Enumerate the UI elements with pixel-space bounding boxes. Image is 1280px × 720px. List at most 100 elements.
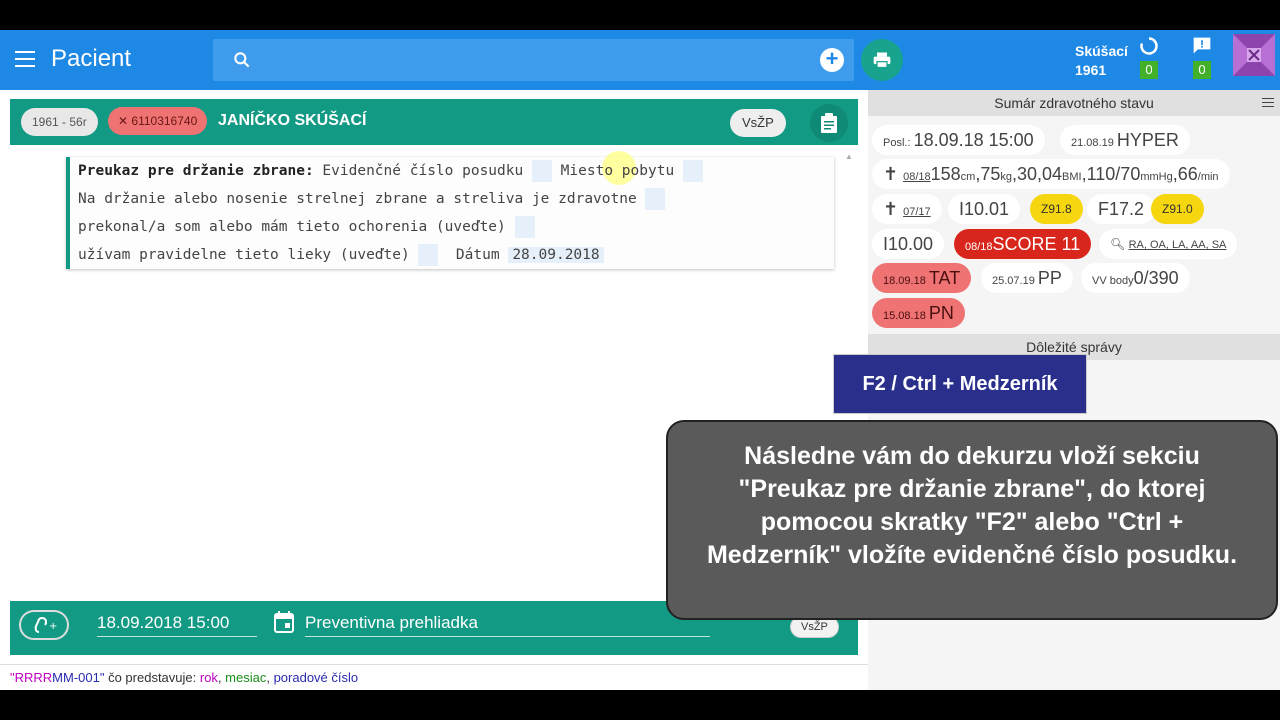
vitals-bp: ,110/70	[1081, 164, 1141, 184]
dx-pill-2[interactable]: Z91.8	[1030, 194, 1083, 224]
patient-age-chip: 1961 - 56r	[21, 108, 98, 136]
tutorial-tooltip: Následne vám do dekurzu vloží sekciu "Pr…	[666, 420, 1278, 620]
date-field[interactable]: 28.09.2018	[508, 247, 604, 263]
vitals-bp-unit: mmHg	[1140, 171, 1173, 183]
vv-label: VV body	[1092, 275, 1134, 287]
pp-label: PP	[1037, 268, 1062, 288]
search-icon	[234, 52, 250, 68]
dx-pill-4[interactable]: Z91.0	[1151, 194, 1204, 224]
score-pill[interactable]: 08/18SCORE 11	[954, 229, 1092, 259]
app-bar: Pacient + Skúšací 1961 0 0	[0, 30, 1280, 90]
patient-id-chip[interactable]: ✕ 6110316740	[108, 107, 208, 135]
last-visit-pill[interactable]: Posl.: 18.09.18 15:00	[872, 125, 1045, 155]
footer-rok: rok	[199, 670, 218, 685]
dx-pill-3[interactable]: F17.2	[1087, 194, 1156, 224]
last-visit-value: 18.09.18 15:00	[913, 130, 1034, 150]
tat-pill[interactable]: 18.09.18 TAT	[872, 263, 972, 293]
allergy-list: RA, OA, LA, AA, SA	[1128, 239, 1227, 251]
user-year: 1961	[1075, 62, 1107, 78]
dx-pill-5[interactable]: I10.00	[872, 229, 945, 259]
hearing-button[interactable]: +	[19, 610, 69, 640]
search-small-icon: 🔍︎	[1110, 237, 1129, 251]
footer-text: čo predstavuje:	[104, 670, 200, 685]
editor-line-4: užívam pravidelne tieto lieky (uveďte) D…	[78, 244, 604, 266]
patient-header: 1961 - 56r ✕ 6110316740 JANÍČKO SKÚŠACÍ …	[10, 99, 858, 145]
pp-pill[interactable]: 25.07.19 PP	[981, 263, 1073, 293]
score-value: SCORE 11	[992, 234, 1081, 254]
medications-field[interactable]	[418, 244, 439, 266]
allergy-pill[interactable]: 🔍︎ RA, OA, LA, AA, SA	[1099, 229, 1238, 259]
insurer-chip[interactable]: VsŽP	[730, 109, 786, 137]
footer-comma: ,	[266, 670, 274, 685]
clipboard-button[interactable]	[810, 104, 848, 142]
line3-text: prekonal/a som alebo mám tieto ochorenia…	[78, 219, 515, 235]
sync-icon[interactable]	[1139, 36, 1159, 56]
add-button[interactable]: +	[820, 48, 844, 72]
footer-year-part: "RRRR	[10, 670, 53, 685]
message-icon[interactable]	[1192, 36, 1212, 56]
shortcut-hint: F2 / Ctrl + Medzerník	[833, 354, 1087, 414]
print-icon	[873, 52, 891, 69]
dx-date: 07/17	[903, 206, 931, 218]
line4-text: užívam pravidelne tieto lieky (uveďte)	[78, 247, 419, 263]
scroll-up-icon[interactable]: ▲	[845, 152, 853, 161]
footer-note: "RRRRMM-001" čo predstavuje: rok, mesiac…	[0, 664, 868, 690]
vitals-height: 158	[930, 164, 961, 184]
print-button[interactable]	[861, 39, 903, 81]
vv-pill[interactable]: VV body0/390	[1081, 263, 1190, 293]
vitals-date: 08/18	[903, 171, 931, 183]
footer-mesiac: mesiac	[225, 670, 267, 685]
sync-count-badge: 0	[1140, 61, 1158, 79]
posudok-number-field[interactable]	[531, 160, 552, 182]
hyper-label: HYPER	[1116, 130, 1179, 150]
screen: Pacient + Skúšací 1961 0 0 1961 - 56r ✕ …	[0, 0, 1280, 720]
patient-name: JANÍČKO SKÚŠACÍ	[218, 112, 367, 129]
editor-line-1: Preukaz pre držanie zbrane: Evidenčné čí…	[78, 160, 703, 182]
vitals-bmi-unit: BMI	[1062, 171, 1082, 183]
summary-menu-icon[interactable]	[1262, 98, 1274, 107]
editor-line-2: Na držanie alebo nosenie strelnej zbrane…	[78, 188, 666, 210]
visit-date-field[interactable]: 18.09.2018 15:00	[97, 613, 257, 637]
visit-type-field[interactable]: Preventivna prehliadka	[305, 613, 710, 637]
pp-date: 25.07.19	[992, 275, 1038, 287]
dx-date-pill[interactable]: ✝ 07/17	[872, 194, 942, 224]
dx-pill-1[interactable]: I10.01	[948, 194, 1021, 224]
clipboard-icon	[821, 113, 837, 133]
vitals-weight: ,75	[975, 164, 1001, 184]
vitals-pill[interactable]: ✝ 08/18158cm,75kg,30,04BMI,110/70mmHg,66…	[872, 159, 1230, 189]
dagger-icon-2: ✝	[883, 199, 904, 219]
date-label: Dátum	[438, 247, 509, 263]
residence-field[interactable]	[682, 160, 703, 182]
hyper-date: 21.08.19	[1071, 137, 1117, 149]
hyper-pill[interactable]: 21.08.19 HYPER	[1060, 125, 1190, 155]
calendar-icon[interactable]	[274, 611, 294, 633]
pn-label: PN	[928, 303, 954, 323]
menu-icon[interactable]	[15, 51, 35, 67]
editor-line-3: prekonal/a som alebo mám tieto ochorenia…	[78, 216, 535, 238]
tat-label: TAT	[928, 268, 961, 288]
diseases-field[interactable]	[514, 216, 535, 238]
user-name: Skúšací	[1075, 43, 1128, 59]
dekurz-editor[interactable]: Preukaz pre držanie zbrane: Evidenčné čí…	[66, 151, 834, 269]
pn-pill[interactable]: 15.08.18 PN	[872, 298, 965, 328]
patient-id: 6110316740	[131, 114, 198, 128]
vitals-height-unit: cm	[960, 171, 976, 183]
message-count-badge: 0	[1193, 61, 1211, 79]
vv-value: 0/390	[1133, 268, 1179, 288]
dagger-icon: ✝	[883, 164, 904, 184]
svg-text:+: +	[49, 621, 57, 632]
search-input[interactable]: +	[213, 39, 854, 81]
summary-header: Sumár zdravotného stavu	[868, 90, 1280, 116]
vitals-weight-unit: kg	[1000, 171, 1012, 183]
ear-icon: +	[34, 616, 57, 633]
pn-date: 15.08.18	[883, 310, 929, 322]
section-label: Preukaz pre držanie zbrane:	[78, 163, 314, 179]
fitness-field[interactable]	[645, 188, 666, 210]
summary-title: Sumár zdravotného stavu	[994, 95, 1154, 111]
avatar[interactable]	[1233, 34, 1275, 76]
remove-icon[interactable]: ✕	[118, 114, 131, 128]
footer-month-part: MM-001"	[52, 670, 105, 685]
vitals-hr-unit: /min	[1197, 171, 1219, 183]
tat-date: 18.09.18	[883, 275, 929, 287]
score-date: 08/18	[965, 241, 993, 253]
